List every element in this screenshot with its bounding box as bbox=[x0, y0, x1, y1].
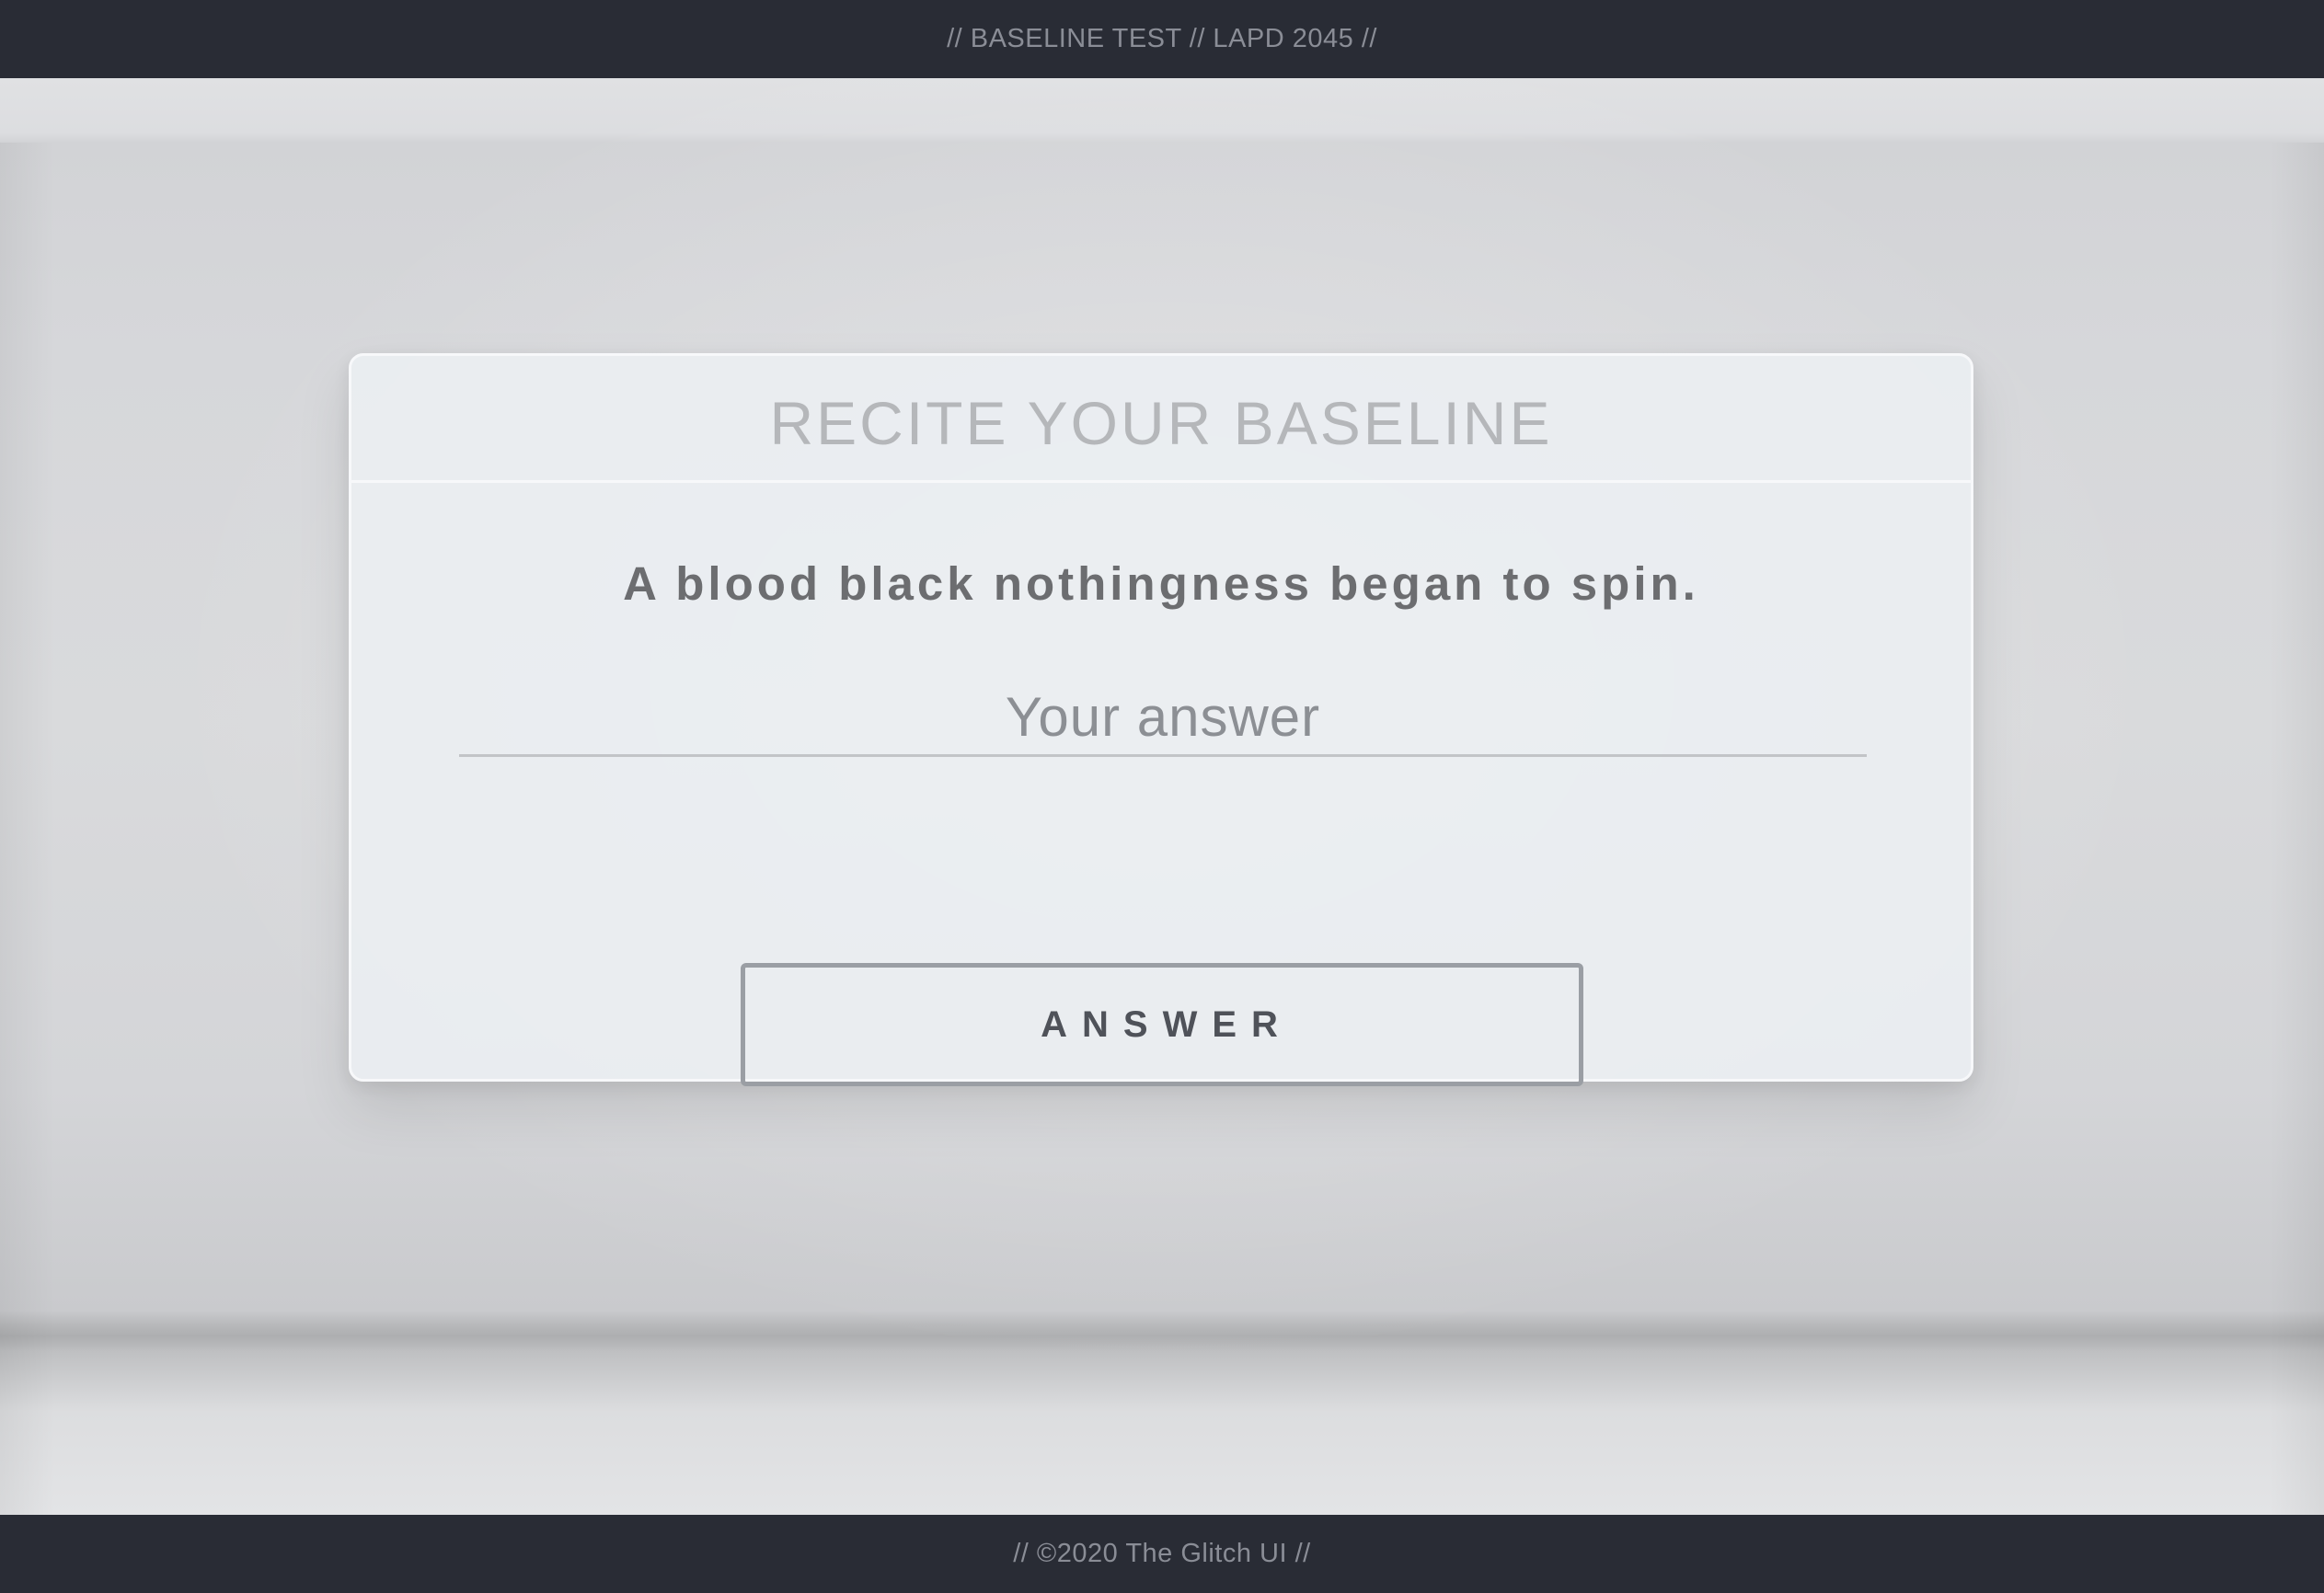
top-banner: // BASELINE TEST // LAPD 2045 // bbox=[0, 0, 2324, 78]
baseline-card: RECITE YOUR BASELINE A blood black nothi… bbox=[349, 353, 1973, 1086]
baseline-statement: A blood black nothingness began to spin. bbox=[623, 557, 1699, 610]
answer-input[interactable] bbox=[459, 685, 1867, 757]
answer-button[interactable]: ANSWER bbox=[741, 963, 1583, 1086]
footer-banner: // ©2020 The Glitch UI // bbox=[0, 1515, 2324, 1593]
top-banner-text: // BASELINE TEST // LAPD 2045 // bbox=[947, 24, 1377, 53]
footer-text: // ©2020 The Glitch UI // bbox=[1013, 1539, 1311, 1568]
card-header: RECITE YOUR BASELINE bbox=[351, 356, 1971, 483]
card-body: A blood black nothingness began to spin.… bbox=[351, 483, 1971, 1086]
card-title: RECITE YOUR BASELINE bbox=[769, 388, 1553, 457]
